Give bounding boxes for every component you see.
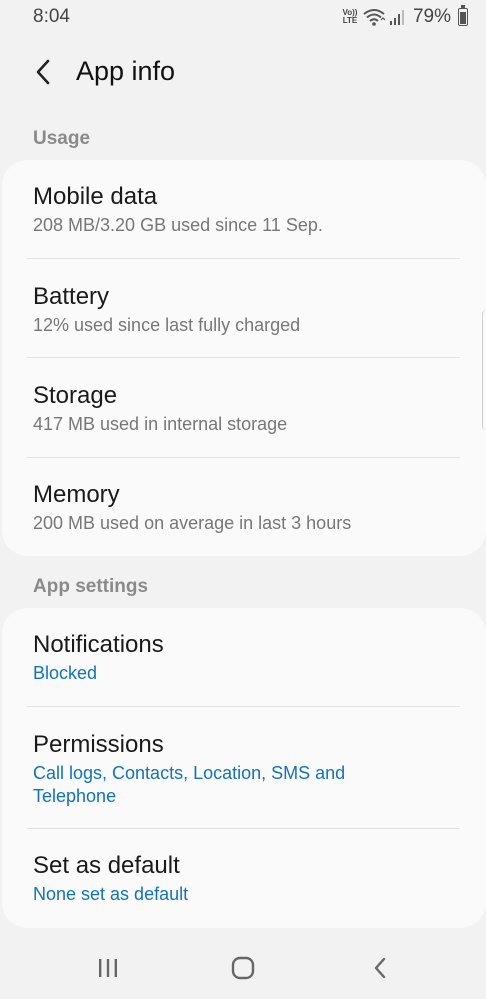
battery-percent: 79% <box>412 6 451 27</box>
list-item-title: Set as default <box>33 852 180 879</box>
list-item-subtitle: 200 MB used on average in last 3 hours <box>33 513 352 533</box>
status-bar: 8:04 Vo)) LTE 79% <box>0 0 486 34</box>
list-item-title: Battery <box>33 283 110 310</box>
list-item-title: Notifications <box>33 631 164 658</box>
list-item-title: Permissions <box>33 731 164 758</box>
app-bar: App info <box>0 44 486 100</box>
back-icon <box>374 957 386 979</box>
list-item-memory[interactable]: Memory 200 MB used on average in last 3 … <box>33 480 460 535</box>
divider <box>27 258 460 259</box>
wifi-icon <box>363 9 385 26</box>
edge-panel-handle[interactable] <box>482 310 486 430</box>
navigation-bar <box>0 936 486 999</box>
list-item-subtitle: None set as default <box>33 884 189 904</box>
nav-back-button[interactable] <box>358 952 402 984</box>
divider <box>27 828 460 829</box>
chevron-left-icon <box>36 59 50 85</box>
back-button[interactable] <box>28 54 58 90</box>
home-button[interactable] <box>221 952 265 984</box>
status-icons: Vo)) LTE 79% <box>341 5 468 28</box>
volte-icon: Vo)) LTE <box>342 8 358 25</box>
list-item-notifications[interactable]: Notifications Blocked <box>33 630 460 685</box>
usage-section-header: Usage <box>33 128 91 149</box>
app-settings-section-header: App settings <box>33 576 149 597</box>
usage-card: Mobile data 208 MB/3.20 GB used since 11… <box>2 160 486 556</box>
home-icon <box>231 956 255 980</box>
recents-button[interactable] <box>86 952 130 984</box>
app-settings-card: Notifications Blocked Permissions Call l… <box>2 608 486 928</box>
list-item-subtitle: Call logs, Contacts, Location, SMS and T… <box>33 763 346 806</box>
status-time: 8:04 <box>33 6 70 27</box>
list-item-title: Mobile data <box>33 183 158 210</box>
divider <box>27 357 460 358</box>
list-item-subtitle: 208 MB/3.20 GB used since 11 Sep. <box>33 215 323 235</box>
list-item-subtitle: 417 MB used in internal storage <box>33 414 288 434</box>
divider <box>27 706 460 707</box>
signal-icon <box>389 10 404 25</box>
list-item-subtitle: 12% used since last fully charged <box>33 315 301 335</box>
list-item-title: Storage <box>33 382 118 409</box>
page-title: App info <box>76 56 176 86</box>
divider <box>27 457 460 458</box>
list-item-mobile-data[interactable]: Mobile data 208 MB/3.20 GB used since 11… <box>33 182 460 237</box>
list-item-battery[interactable]: Battery 12% used since last fully charge… <box>33 282 460 337</box>
list-item-set-as-default[interactable]: Set as default None set as default <box>33 851 460 906</box>
list-item-storage[interactable]: Storage 417 MB used in internal storage <box>33 381 460 436</box>
list-item-subtitle: Blocked <box>33 663 98 683</box>
list-item-title: Memory <box>33 481 120 508</box>
list-item-permissions[interactable]: Permissions Call logs, Contacts, Locatio… <box>33 730 386 808</box>
battery-icon <box>458 5 468 26</box>
recents-icon <box>99 959 117 977</box>
